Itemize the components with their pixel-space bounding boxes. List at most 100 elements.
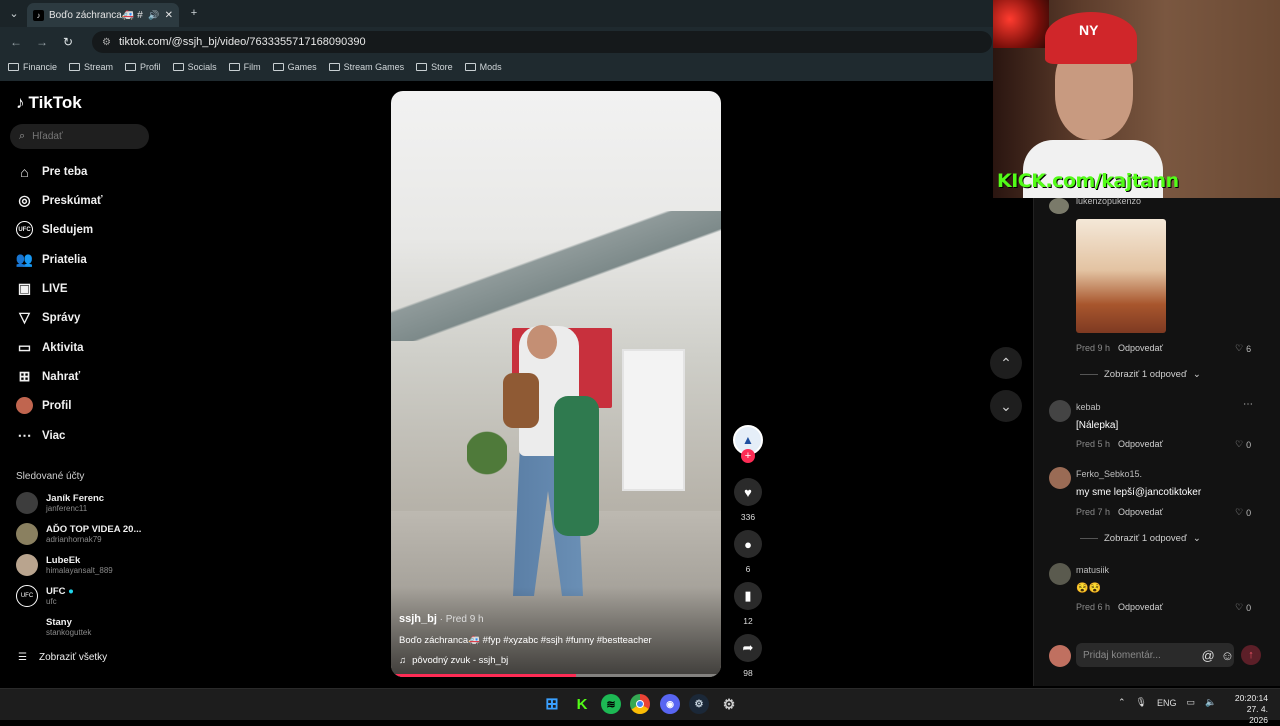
heart-icon[interactable]: ♥ xyxy=(734,478,762,506)
tray-overflow-icon[interactable]: ⌃ xyxy=(1118,697,1126,708)
kick-app-icon[interactable]: K xyxy=(572,694,592,714)
share-count: 98 xyxy=(743,668,753,678)
comment-avatar[interactable] xyxy=(1049,467,1071,489)
nav-pre-teba[interactable]: ⌂ Pre teba xyxy=(16,163,87,180)
comment-meta: Pred 6 h Odpovedať xyxy=(1076,602,1163,612)
followed-account[interactable]: UFC UFC ● ufc xyxy=(16,585,74,607)
tab-close-icon[interactable]: ✕ xyxy=(165,10,173,21)
keyboard-language[interactable]: ENG xyxy=(1157,698,1177,708)
previous-video-button[interactable]: ⌃ xyxy=(990,347,1022,379)
video-person-head xyxy=(527,325,557,359)
back-icon[interactable]: ← xyxy=(6,32,26,52)
send-comment-button[interactable]: ↑ xyxy=(1241,645,1261,665)
video-progress-fill xyxy=(391,674,576,677)
like-action[interactable]: ♥ 336 xyxy=(733,478,763,522)
comment-author[interactable]: Ferko_Sebko15. xyxy=(1076,469,1142,479)
bookmark-mods[interactable]: Mods xyxy=(464,62,502,72)
mention-icon[interactable]: @ xyxy=(1202,648,1215,663)
bookmark-financie[interactable]: Financie xyxy=(8,62,57,72)
nav-nahrat[interactable]: ⊞ Nahrať xyxy=(16,368,80,385)
new-tab-icon[interactable]: + xyxy=(186,5,202,21)
nav-priatelia[interactable]: 👥 Priatelia xyxy=(16,251,87,268)
bookmark-stream-games[interactable]: Stream Games xyxy=(328,62,404,72)
site-info-icon[interactable]: ⚙ xyxy=(102,37,111,48)
reply-button[interactable]: Odpovedať xyxy=(1118,507,1163,517)
comment-sticker-image[interactable] xyxy=(1076,219,1166,333)
share-icon[interactable]: ➦ xyxy=(734,634,762,662)
video-sound[interactable]: ♫ pôvodný zvuk - ssjh_bj xyxy=(399,655,508,666)
search-input[interactable]: ⌕ Hľadať xyxy=(10,124,149,149)
comment-input[interactable]: Pridaj komentár... @ ☺ xyxy=(1076,643,1234,667)
tab-search-icon[interactable]: ⌄ xyxy=(6,5,22,21)
nav-viac[interactable]: ⋯ Viac xyxy=(16,427,66,444)
reply-button[interactable]: Odpovedať xyxy=(1118,343,1163,353)
tiktok-logo[interactable]: ♪ TikTok xyxy=(16,93,82,113)
share-action[interactable]: ➦ 98 xyxy=(733,634,763,678)
chevron-down-icon: ⌄ xyxy=(1192,533,1201,544)
comment-avatar[interactable] xyxy=(1049,198,1069,214)
nav-spravy[interactable]: ▽ Správy xyxy=(16,309,80,326)
discord-icon[interactable]: ◉ xyxy=(660,694,680,714)
bookmark-profil[interactable]: Profil xyxy=(125,62,161,72)
show-replies-button[interactable]: Zobraziť 1 odpoveď ⌄ xyxy=(1080,369,1201,380)
avatar xyxy=(16,492,38,514)
nav-aktivita[interactable]: ▭ Aktivita xyxy=(16,339,84,356)
network-icon[interactable]: ▭ xyxy=(1187,697,1196,708)
comment-count: 6 xyxy=(745,564,751,574)
comment-icon[interactable]: ● xyxy=(734,530,762,558)
video-author[interactable]: ssjh_bj · Pred 9 h xyxy=(399,613,484,625)
microphone-icon[interactable]: 🎙 xyxy=(1136,697,1147,708)
browser-tab[interactable]: ♪ Boďo záchranca🚑 #fyp # 🔊 ✕ xyxy=(27,3,179,27)
bookmark-games[interactable]: Games xyxy=(272,62,317,72)
comment-action[interactable]: ● 6 xyxy=(733,530,763,574)
bookmark-icon[interactable]: ▮ xyxy=(734,582,762,610)
followed-account[interactable]: Janík Ferenc janferenc11 xyxy=(16,492,104,514)
system-clock[interactable]: 20:20:14 27. 4. 2026 xyxy=(1228,693,1268,726)
windows-start-icon[interactable]: ⊞ xyxy=(542,694,562,714)
save-action[interactable]: ▮ 12 xyxy=(733,582,763,626)
spotify-icon[interactable]: ≋ xyxy=(601,694,621,714)
nav-sledujem[interactable]: UFC Sledujem xyxy=(16,221,93,238)
comment-author[interactable]: matusiik xyxy=(1076,565,1109,575)
address-bar[interactable]: ⚙ tiktok.com/@ssjh_bj/video/763335571716… xyxy=(92,31,992,53)
show-all-button[interactable]: ☰ Zobraziť všetky xyxy=(18,652,107,663)
bookmark-film[interactable]: Film xyxy=(228,62,261,72)
show-replies-button[interactable]: Zobraziť 1 odpoveď ⌄ xyxy=(1080,533,1201,544)
bookmark-stream[interactable]: Stream xyxy=(69,62,113,72)
video-progress-bar[interactable] xyxy=(391,674,721,677)
volume-icon[interactable]: 🔈 xyxy=(1205,697,1216,708)
comment-like[interactable]: ♡ 0 xyxy=(1235,439,1251,450)
folder-icon xyxy=(464,63,476,71)
comment-avatar[interactable] xyxy=(1049,400,1071,422)
video-caption[interactable]: Boďo záchranca🚑 #fyp #xyzabc #ssjh #funn… xyxy=(399,635,652,646)
webcam-person-cap xyxy=(1045,12,1137,64)
comment-like[interactable]: ♡ 0 xyxy=(1235,602,1251,613)
video-person-backpack xyxy=(554,396,599,536)
bookmark-socials[interactable]: Socials xyxy=(172,62,217,72)
comment-avatar[interactable] xyxy=(1049,563,1071,585)
comment-like[interactable]: ♡ 6 xyxy=(1235,343,1251,354)
steam-icon[interactable]: ⚙ xyxy=(689,694,709,714)
followed-account[interactable]: AĎO TOP VIDEA 20... adrianhornak79 xyxy=(16,523,141,545)
audio-icon[interactable]: 🔊 xyxy=(148,10,159,21)
nav-preskumat[interactable]: ◎ Preskúmať xyxy=(16,192,102,209)
comment-author[interactable]: kebab xyxy=(1076,402,1101,412)
reload-icon[interactable]: ↻ xyxy=(58,32,78,52)
more-options-icon[interactable]: ⋯ xyxy=(1243,399,1253,410)
forward-icon[interactable]: → xyxy=(32,32,52,52)
followed-account[interactable]: LubeEk himalayansalt_889 xyxy=(16,554,113,576)
chrome-icon[interactable] xyxy=(630,694,650,714)
comment-like[interactable]: ♡ 0 xyxy=(1235,507,1251,518)
followed-account[interactable]: Stany stankoguttek xyxy=(16,616,91,638)
emoji-icon[interactable]: ☺ xyxy=(1221,648,1234,663)
bookmark-store[interactable]: Store xyxy=(416,62,453,72)
follow-button[interactable]: + xyxy=(741,449,755,463)
reply-button[interactable]: Odpovedať xyxy=(1118,439,1163,449)
next-video-button[interactable]: ⌄ xyxy=(990,390,1022,422)
settings-gear-icon[interactable]: ⚙ xyxy=(719,694,739,714)
comment-author[interactable]: lukenzopukenzo xyxy=(1076,196,1141,206)
nav-live[interactable]: ▣ LIVE xyxy=(16,280,68,297)
video-player[interactable]: ssjh_bj · Pred 9 h Boďo záchranca🚑 #fyp … xyxy=(391,91,721,677)
reply-button[interactable]: Odpovedať xyxy=(1118,602,1163,612)
nav-profil[interactable]: Profil xyxy=(16,397,71,414)
